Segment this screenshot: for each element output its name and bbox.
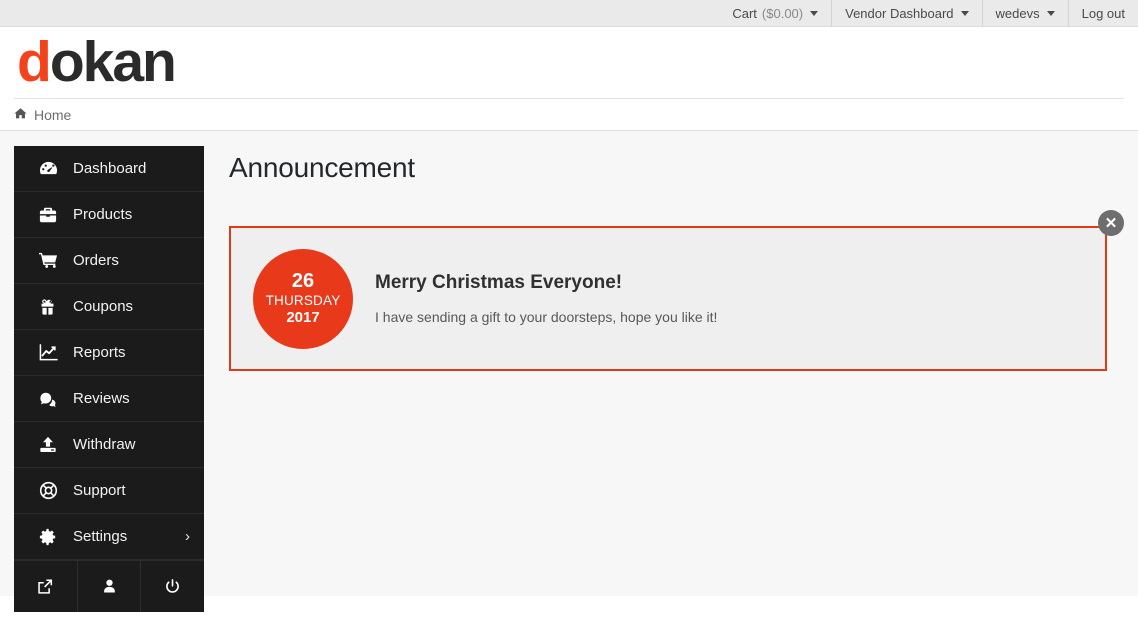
chevron-right-icon: ›	[185, 528, 190, 545]
top-utility-bar: Cart ($0.00) Vendor Dashboard wedevs Log…	[0, 0, 1138, 27]
home-icon	[14, 107, 27, 122]
topbar-account-label: wedevs	[995, 5, 1040, 21]
sidebar-footer	[14, 560, 204, 612]
sidebar-item-reviews[interactable]: Reviews	[14, 376, 204, 422]
sidebar-item-settings[interactable]: Settings ›	[14, 514, 204, 560]
breadcrumb-item-home[interactable]: Home	[34, 107, 71, 123]
comments-icon	[39, 390, 69, 408]
sidebar-item-label: Withdraw	[73, 436, 136, 453]
sidebar-item-label: Products	[73, 206, 133, 223]
sidebar-item-dashboard[interactable]: Dashboard	[14, 146, 204, 192]
sidebar-item-label: Reviews	[73, 390, 130, 407]
announcement-date-year: 2017	[286, 309, 320, 327]
sidebar-item-label: Reports	[73, 344, 126, 361]
chevron-down-icon	[1046, 10, 1055, 16]
topbar-item-log-out[interactable]: Log out	[1067, 0, 1138, 26]
announcement-card: 26 THURSDAY 2017 Merry Christmas Everyon…	[229, 210, 1124, 371]
announcement-body: Merry Christmas Everyone! I have sending…	[353, 272, 717, 325]
briefcase-icon	[39, 206, 69, 224]
announcement-date-weekday: THURSDAY	[265, 293, 341, 309]
dokan-logo[interactable]: dokan	[17, 34, 177, 91]
upload-icon	[39, 436, 69, 454]
main-content: Announcement 26 THURSDAY 2017 Merry Chri…	[204, 146, 1138, 371]
external-link-icon[interactable]	[14, 561, 77, 612]
announcement-text: I have sending a gift to your doorsteps,…	[375, 309, 718, 325]
topbar-item-account[interactable]: wedevs	[981, 0, 1068, 26]
sidebar-item-orders[interactable]: Orders	[14, 238, 204, 284]
topbar-cart-label: Cart	[732, 5, 757, 21]
page-title: Announcement	[229, 152, 415, 183]
page-body: Dashboard Products Orders Coupons Report	[0, 131, 1138, 612]
announcement-date-day: 26	[291, 269, 315, 292]
logo-rest: okan	[49, 30, 177, 94]
announcement-title: Merry Christmas Everyone!	[375, 272, 623, 293]
logo-accent-letter: d	[17, 30, 52, 94]
sidebar-item-label: Support	[73, 482, 126, 499]
chevron-down-icon	[960, 10, 969, 16]
lifebuoy-icon	[39, 481, 69, 500]
breadcrumb: Home	[14, 98, 1124, 130]
topbar-vendor-dashboard-label: Vendor Dashboard	[845, 5, 954, 21]
site-header: dokan	[0, 27, 1138, 98]
chart-line-icon	[39, 343, 69, 362]
sidebar-item-withdraw[interactable]: Withdraw	[14, 422, 204, 468]
chevron-down-icon	[810, 10, 819, 16]
dashboard-icon	[39, 159, 69, 178]
user-icon[interactable]	[76, 561, 141, 612]
topbar-item-vendor-dashboard[interactable]: Vendor Dashboard	[831, 0, 981, 26]
announcement-date-badge: 26 THURSDAY 2017	[253, 248, 353, 349]
breadcrumb-wrap: Home	[0, 98, 1138, 130]
topbar-cart-total: ($0.00)	[761, 5, 804, 21]
power-icon[interactable]	[140, 561, 204, 612]
sidebar-item-label: Coupons	[73, 298, 134, 315]
sidebar-item-label: Dashboard	[73, 160, 147, 177]
topbar-item-cart[interactable]: Cart ($0.00)	[719, 0, 831, 26]
sidebar-item-coupons[interactable]: Coupons	[14, 284, 204, 330]
sidebar-item-label: Orders	[73, 252, 119, 269]
gift-icon	[39, 298, 69, 316]
shopping-cart-icon	[39, 251, 69, 270]
sidebar: Dashboard Products Orders Coupons Report	[14, 146, 204, 612]
sidebar-item-label: Settings	[73, 528, 128, 545]
gear-icon	[39, 528, 69, 546]
topbar-log-out-label: Log out	[1081, 5, 1125, 21]
sidebar-item-products[interactable]: Products	[14, 192, 204, 238]
sidebar-item-reports[interactable]: Reports	[14, 330, 204, 376]
close-icon[interactable]: ✕	[1098, 210, 1124, 236]
sidebar-item-support[interactable]: Support	[14, 468, 204, 514]
